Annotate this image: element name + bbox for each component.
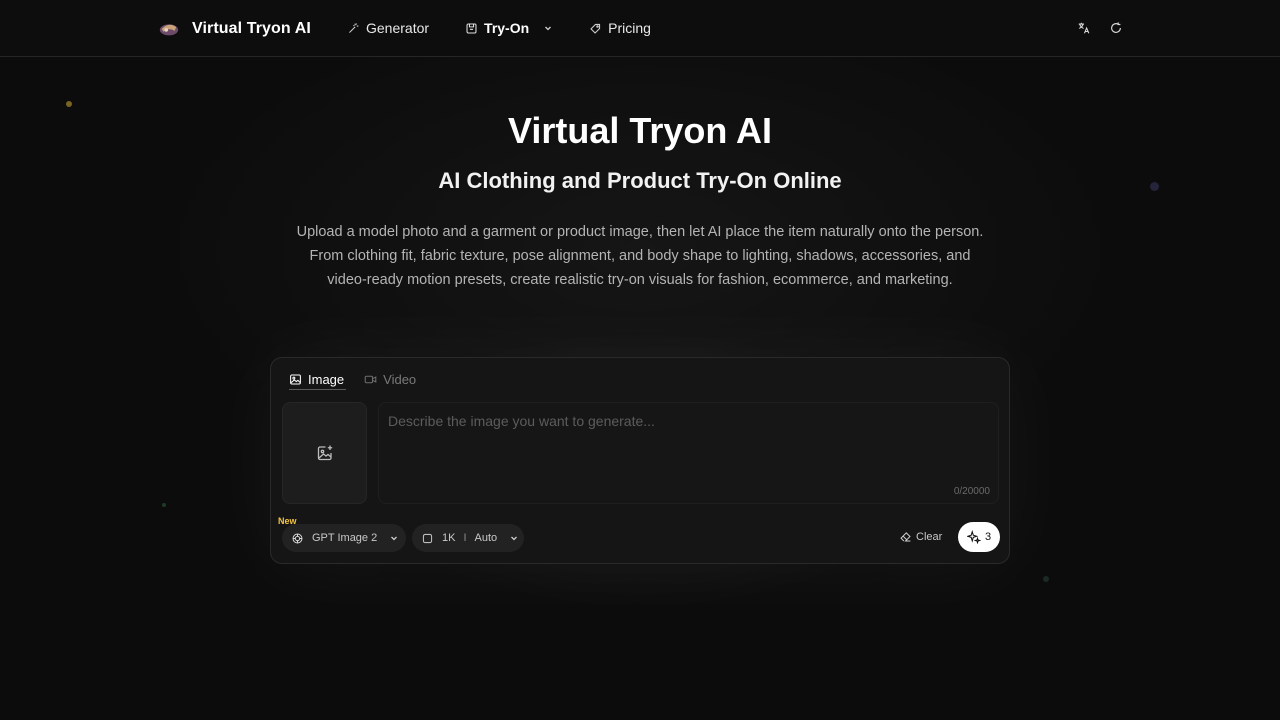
nav-try-on-label: Try-On xyxy=(484,20,530,36)
tab-video[interactable]: Video xyxy=(364,368,416,390)
openai-icon xyxy=(292,533,303,543)
wand-icon xyxy=(349,22,359,33)
hero-subtitle: AI Clothing and Product Try-On Online xyxy=(438,168,842,193)
bg-dot-teal xyxy=(1043,576,1049,582)
translate-icon[interactable] xyxy=(1077,21,1091,35)
resolution-label: 1K xyxy=(442,532,456,544)
header-actions xyxy=(1077,21,1123,35)
nav-generator-label: Generator xyxy=(366,20,430,36)
hero-description: Upload a model photo and a garment or pr… xyxy=(296,224,984,288)
hero-title: Virtual Tryon AI xyxy=(507,110,773,151)
tag-icon xyxy=(590,23,601,34)
prompt-area: 0/20000 xyxy=(378,402,999,504)
option-separator: I xyxy=(463,532,467,544)
nav-try-on[interactable]: Try-On xyxy=(465,20,553,36)
sparkles-icon xyxy=(966,530,981,544)
model-select[interactable]: GPT Image 2 xyxy=(282,524,406,552)
chevron-down-icon xyxy=(511,536,518,541)
generate-button[interactable]: 3 xyxy=(958,522,1000,552)
mode-tabs: Image Video xyxy=(289,368,416,390)
nav-pricing[interactable]: Pricing xyxy=(589,20,651,36)
nav-pricing-label: Pricing xyxy=(608,20,651,36)
video-camera-icon xyxy=(364,375,377,383)
credits-count: 3 xyxy=(984,531,992,543)
model-label: GPT Image 2 xyxy=(312,532,378,544)
tab-video-label: Video xyxy=(383,371,417,387)
top-navbar: Virtual Tryon AI Generator Try-On Pricin… xyxy=(0,0,1280,57)
image-upload-box[interactable] xyxy=(282,402,367,504)
nav-generator[interactable]: Generator xyxy=(347,20,429,36)
brand-link[interactable]: Virtual Tryon AI xyxy=(158,18,311,40)
refresh-icon[interactable] xyxy=(1109,21,1123,35)
main-nav: Generator Try-On Pricing xyxy=(347,20,687,36)
bg-dot-yellow xyxy=(66,101,72,107)
tab-image-label: Image xyxy=(308,371,345,387)
shirt-box-icon xyxy=(466,23,477,33)
chevron-down-icon xyxy=(545,26,552,31)
eraser-icon xyxy=(900,532,911,542)
logo-icon xyxy=(159,24,179,36)
chevron-down-icon xyxy=(391,536,398,541)
clear-label: Clear xyxy=(916,530,943,543)
char-counter: 0/20000 xyxy=(953,486,990,497)
add-image-icon xyxy=(317,445,332,461)
active-tab-indicator xyxy=(289,389,346,390)
aspect-label: Auto xyxy=(474,532,498,544)
prompt-input[interactable] xyxy=(379,403,998,503)
clear-button[interactable]: Clear xyxy=(899,530,942,543)
image-icon xyxy=(290,374,301,384)
resolution-select[interactable]: 1K I Auto xyxy=(412,524,524,552)
tab-image[interactable]: Image xyxy=(289,368,344,390)
aspect-ratio-icon xyxy=(422,533,433,543)
generator-card: Image Video 0/20000 New GPT Image 2 xyxy=(270,357,1010,564)
brand-name: Virtual Tryon AI xyxy=(192,20,311,37)
bg-dot-green xyxy=(162,503,166,507)
